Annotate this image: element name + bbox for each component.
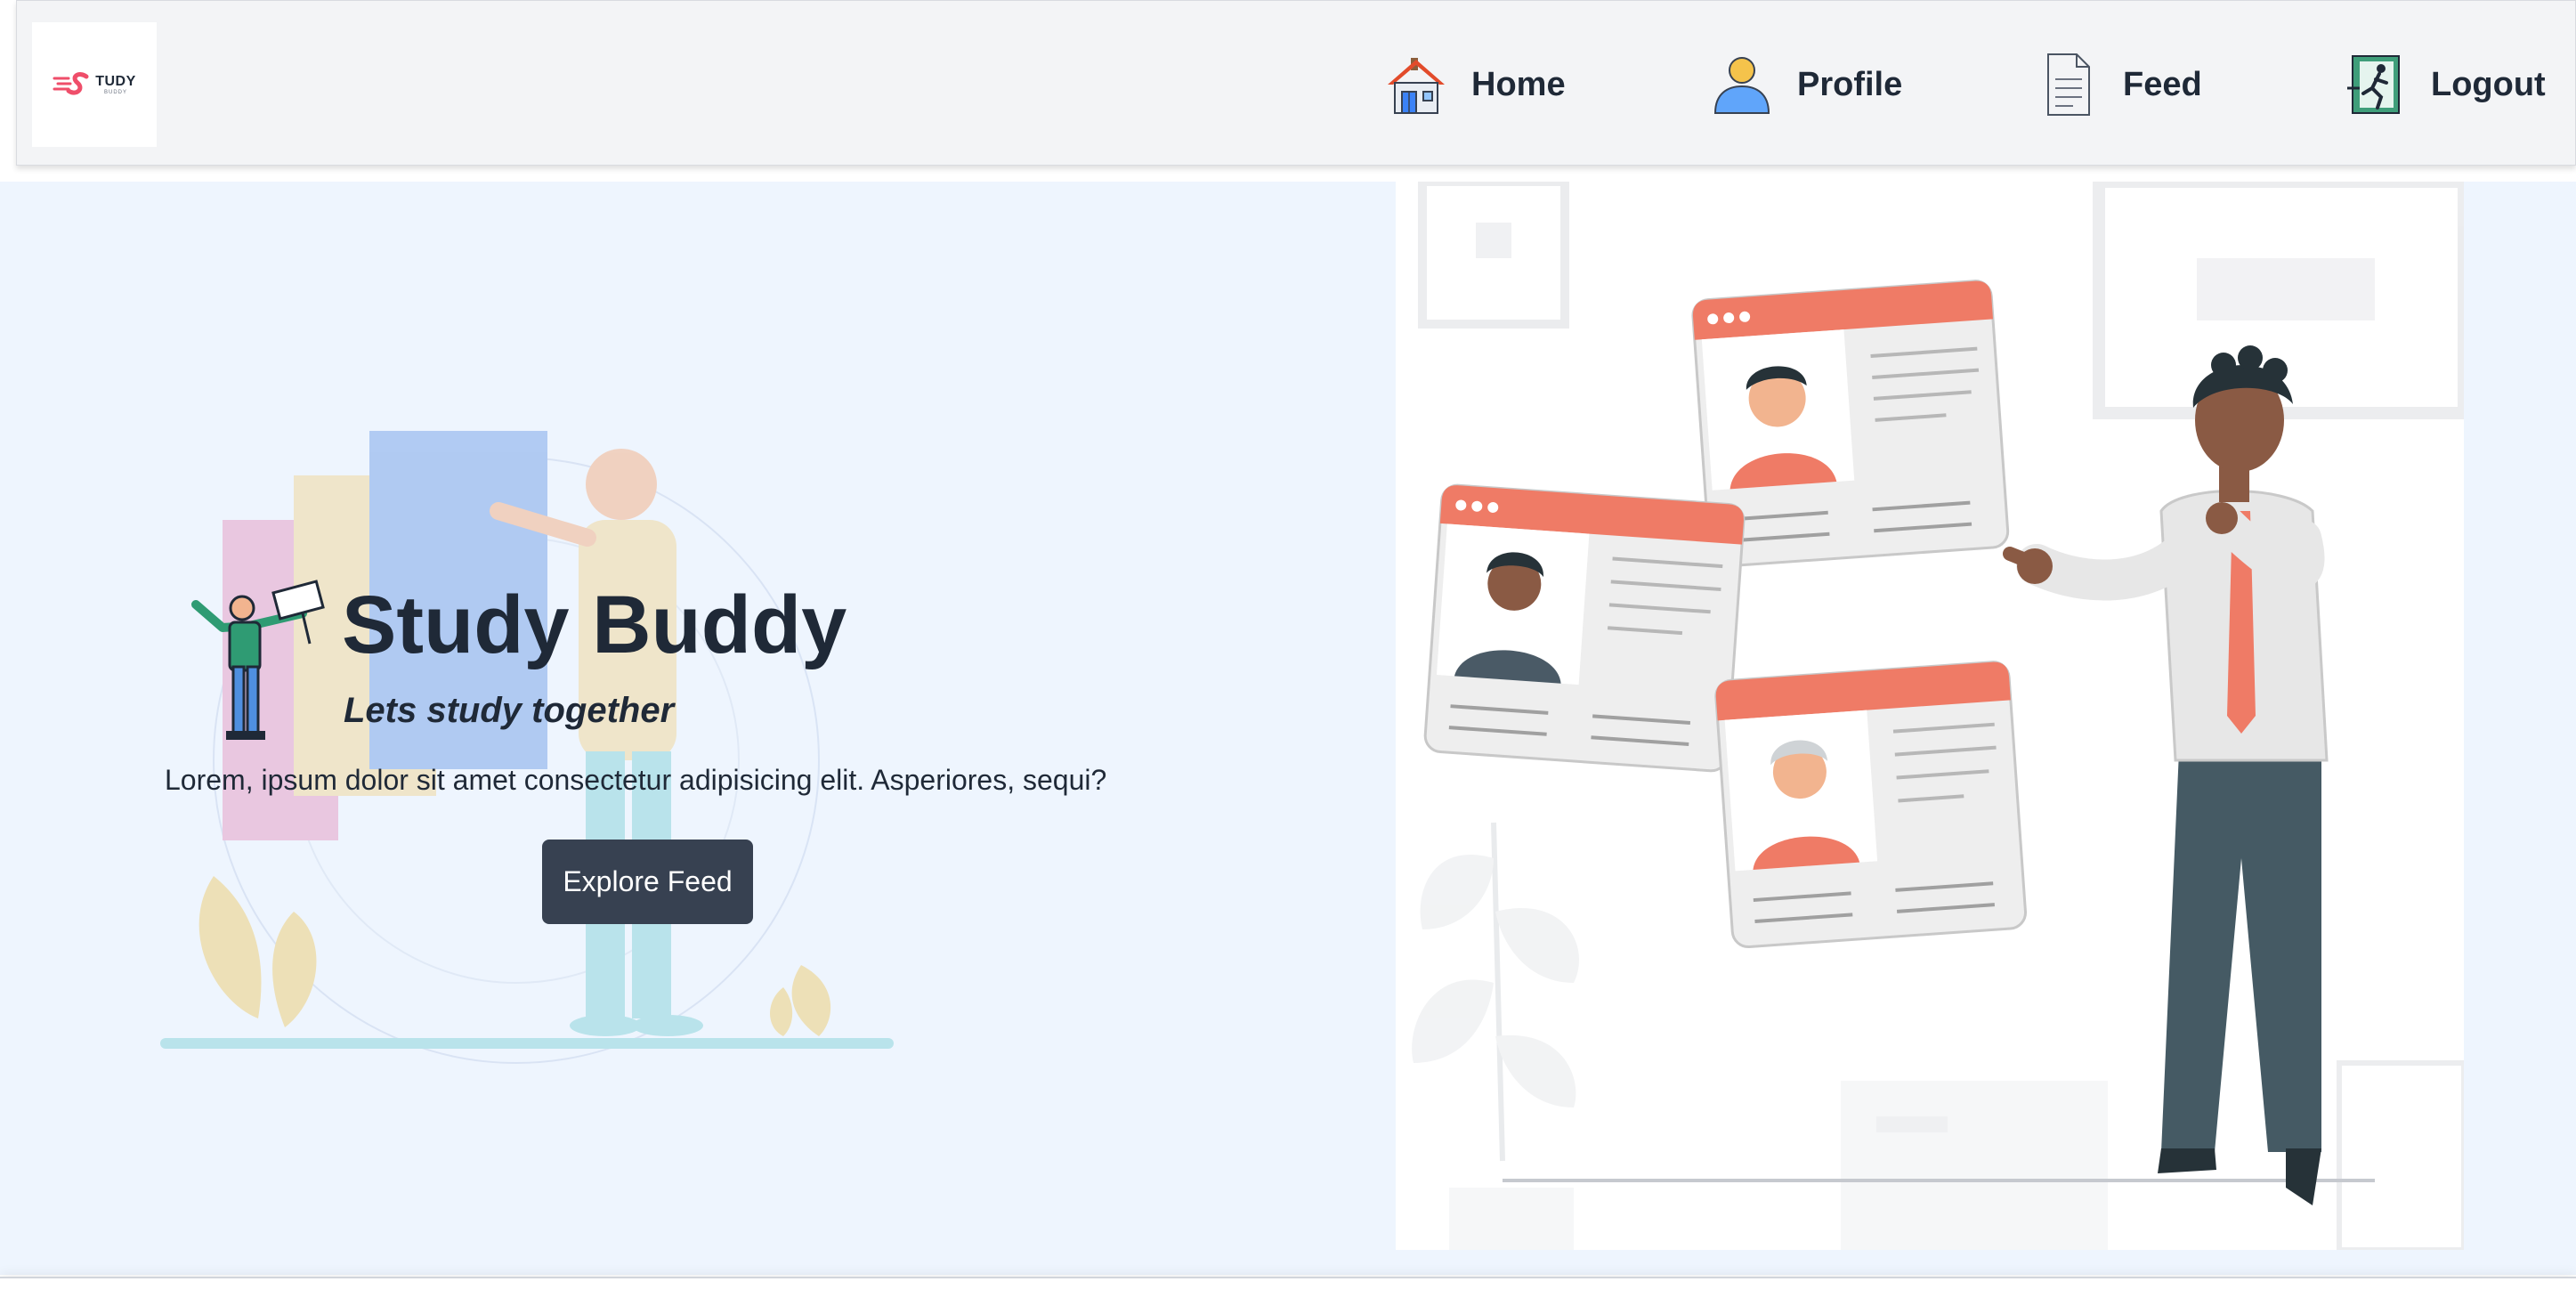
hero-illustration-profiles <box>1396 182 2464 1250</box>
hero-subtitle: Lets study together <box>344 691 675 730</box>
nav-label-feed: Feed <box>2123 65 2202 103</box>
logo[interactable]: TUDY BUDDY <box>32 22 157 147</box>
logo-text: TUDY <box>95 74 136 89</box>
hero-content: Study Buddy Lets study together Lorem, i… <box>0 182 1389 1275</box>
nav-label-logout: Logout <box>2431 65 2546 103</box>
nav-label-home: Home <box>1471 65 1566 103</box>
explore-feed-button[interactable]: Explore Feed <box>542 840 753 924</box>
logo-mark: TUDY BUDDY <box>53 69 136 100</box>
nav-item-profile[interactable]: Profile <box>1710 49 1902 120</box>
hero-title: Study Buddy <box>342 580 847 670</box>
document-icon <box>2047 53 2090 116</box>
hero-section: Study Buddy Lets study together Lorem, i… <box>0 182 2576 1275</box>
hero-description: Lorem, ipsum dolor sit amet consectetur … <box>165 764 1107 796</box>
nav-item-home[interactable]: Home <box>1384 49 1566 120</box>
bottom-scrollbar-edge <box>0 1277 2576 1298</box>
logo-swoosh-icon <box>53 72 89 95</box>
nav-item-feed[interactable]: Feed <box>2036 49 2202 120</box>
nav-item-logout[interactable]: Logout <box>2344 49 2546 120</box>
logo-subtext: BUDDY <box>103 90 127 95</box>
person-holding-sign-icon <box>191 580 325 740</box>
navbar: TUDY BUDDY Home Profile Feed Logout <box>16 0 2576 166</box>
logout-icon <box>2347 55 2400 114</box>
user-icon <box>1713 57 1770 114</box>
home-icon <box>1388 58 1445 114</box>
nav-label-profile: Profile <box>1797 65 1903 103</box>
